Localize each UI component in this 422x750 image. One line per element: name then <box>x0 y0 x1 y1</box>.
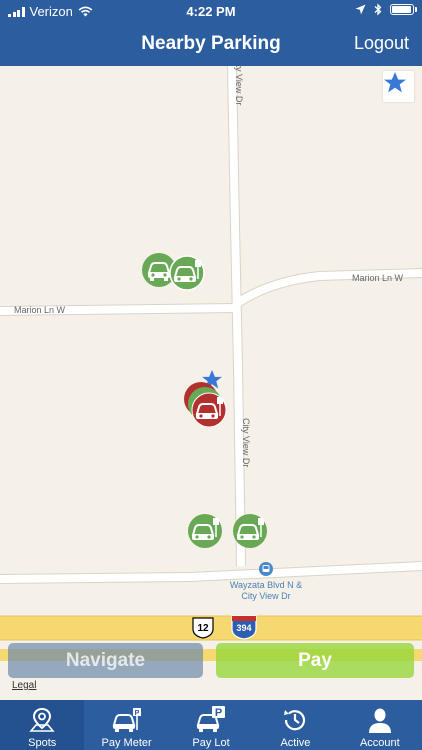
parking-map[interactable]: City View Dr City View Dr Marion Ln W Ma… <box>0 66 422 700</box>
svg-text:P: P <box>215 707 222 719</box>
tab-pay-lot[interactable]: P Pay Lot <box>169 700 253 750</box>
tab-spots[interactable]: Spots <box>0 700 85 750</box>
user-icon <box>368 708 391 733</box>
roads <box>0 66 422 583</box>
us-route-number: 12 <box>197 623 209 634</box>
logout-button[interactable]: Logout <box>354 33 409 54</box>
app-header: Verizon 4:22 PM Nearby Parking Logout <box>0 0 422 66</box>
pay-button[interactable]: Pay <box>216 643 414 678</box>
tab-label: Active <box>280 737 311 749</box>
car-lot-icon: P <box>196 706 226 732</box>
tab-label: Pay Lot <box>192 737 230 749</box>
bus-stop-icon[interactable] <box>259 562 273 576</box>
interstate-shield: 394 <box>231 615 257 640</box>
svg-text:P: P <box>134 710 139 717</box>
poi-label-line1: Wayzata Blvd N & <box>230 580 302 590</box>
status-bar: Verizon 4:22 PM <box>0 0 422 22</box>
star-icon <box>384 72 406 93</box>
history-clock-icon <box>284 710 306 731</box>
tab-active[interactable]: Active <box>253 700 337 750</box>
location-arrow-icon <box>355 4 366 15</box>
legal-link[interactable]: Legal <box>12 680 36 691</box>
road-outlines <box>0 66 422 584</box>
street-label-city-view-top: City View Dr <box>234 66 244 105</box>
map-pin-icon <box>29 707 55 732</box>
parking-meter-marker-available[interactable] <box>233 514 267 548</box>
street-label-marion-left: Marion Ln W <box>14 305 66 315</box>
tab-label: Pay Meter <box>101 737 152 749</box>
tab-bar: Spots P Pay Meter P Pay Lot Active Accou… <box>0 700 422 750</box>
navigate-button[interactable]: Navigate <box>8 643 203 678</box>
tab-account[interactable]: Account <box>338 700 422 750</box>
bluetooth-icon <box>374 3 382 16</box>
status-indicators <box>355 3 417 16</box>
interstate-number: 394 <box>236 623 251 633</box>
favorites-button[interactable] <box>383 71 414 102</box>
parking-meter-marker-occupied[interactable] <box>191 392 227 428</box>
poi-label-line2: City View Dr <box>241 591 290 601</box>
tab-pay-meter[interactable]: P Pay Meter <box>84 700 168 750</box>
street-label-marion-right: Marion Ln W <box>352 273 404 283</box>
parking-meter-marker-available[interactable] <box>188 514 222 548</box>
map-canvas[interactable]: City View Dr City View Dr Marion Ln W Ma… <box>0 66 422 700</box>
car-meter-icon: P <box>112 708 141 732</box>
tab-label: Spots <box>28 737 57 749</box>
parking-meter-marker-available[interactable] <box>169 255 205 291</box>
battery-icon <box>390 4 417 15</box>
battery-fill <box>392 6 411 13</box>
tab-label: Account <box>359 737 400 749</box>
street-label-city-view-mid: City View Dr <box>241 418 251 467</box>
us-route-shield: 12 <box>192 617 214 639</box>
